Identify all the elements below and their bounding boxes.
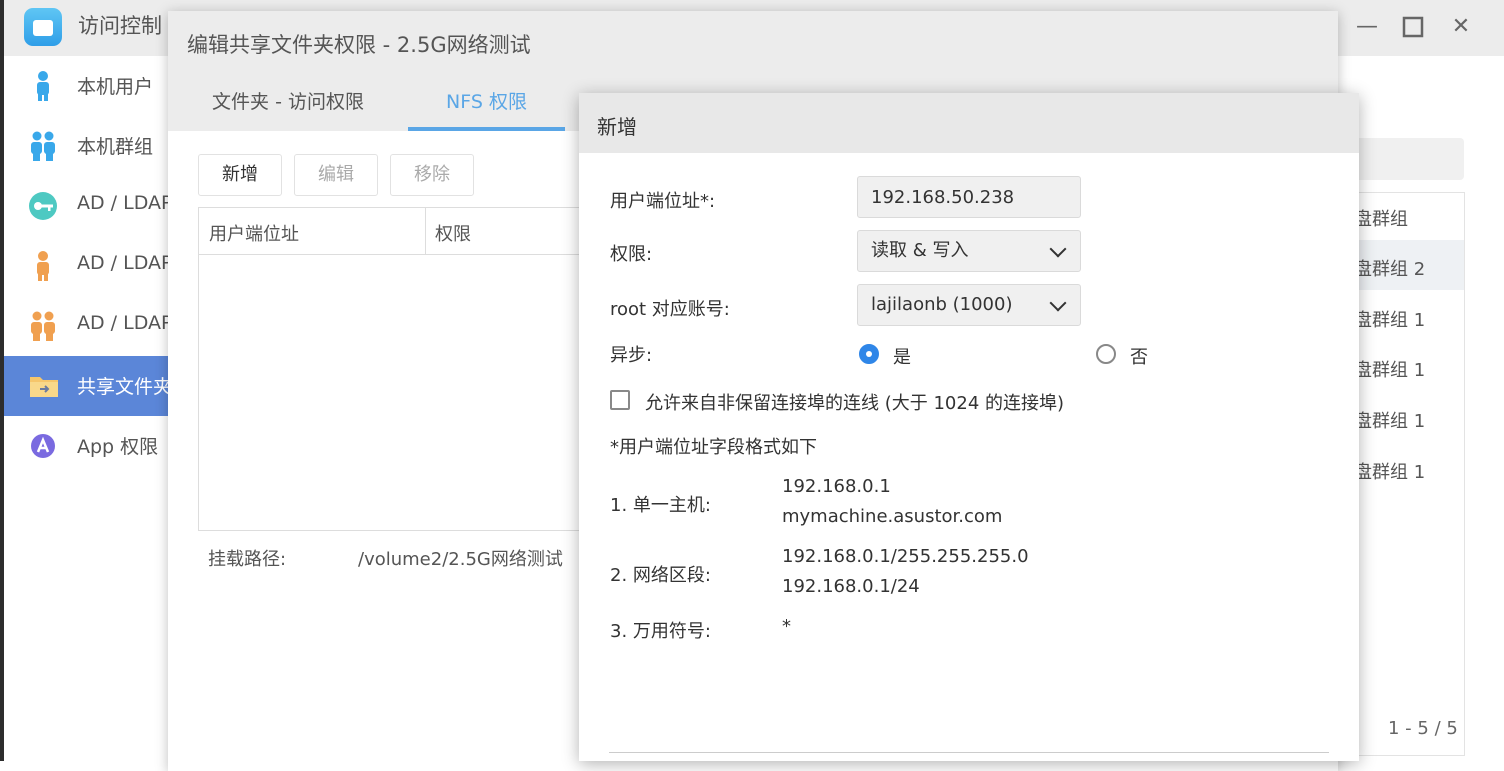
- chevron-down-icon: [1049, 240, 1067, 258]
- pagination-info: 1 - 5 / 5: [1388, 718, 1458, 739]
- permission-selected-value: 读取 & 写入: [871, 240, 969, 261]
- mount-path-value: /volume2/2.5G网络测试: [358, 549, 563, 570]
- format-hint-title: *用户端位址字段格式如下: [610, 437, 817, 458]
- table-header-cell: 盘群组: [1354, 209, 1408, 230]
- mount-path-label: 挂载路径:: [208, 549, 287, 570]
- group-icon: [28, 310, 58, 342]
- maximize-icon[interactable]: [1398, 12, 1428, 42]
- async-yes-label[interactable]: 是: [893, 343, 911, 369]
- sidebar-item-label: 本机群组: [77, 136, 154, 158]
- async-yes-radio[interactable]: [859, 344, 879, 364]
- example-value: *: [782, 616, 791, 637]
- group-icon: [28, 130, 58, 162]
- root-mapping-selected-value: lajilaonb (1000): [871, 294, 1013, 315]
- sidebar-item-label: 共享文件夹: [77, 376, 173, 398]
- example-network-label: 2. 网络区段:: [610, 565, 711, 586]
- sidebar-item-local-users[interactable]: 本机用户: [4, 56, 168, 116]
- async-label: 异步:: [610, 345, 653, 366]
- root-mapping-select[interactable]: lajilaonb (1000): [857, 284, 1081, 326]
- remove-button[interactable]: 移除: [390, 154, 474, 196]
- example-single-host-label: 1. 单一主机:: [610, 495, 711, 516]
- example-value: 192.168.0.1: [782, 476, 891, 497]
- add-button[interactable]: 新增: [198, 154, 282, 196]
- sidebar-item-ad-ldap[interactable]: AD / LDAP: [4, 176, 172, 236]
- sidebar: 本机用户 本机群组 AD / LDAP AD / LDAP AD / LDAP …: [4, 56, 172, 761]
- permission-label: 权限:: [610, 244, 653, 265]
- shared-folder-icon: [28, 370, 58, 402]
- dialog-title: 编辑共享文件夹权限 - 2.5G网络测试: [187, 33, 531, 57]
- sidebar-item-label: 本机用户: [77, 76, 154, 98]
- sidebar-item-ad-ldap-users[interactable]: AD / LDAP: [4, 236, 172, 296]
- sidebar-item-local-groups[interactable]: 本机群组: [4, 116, 168, 176]
- permission-select[interactable]: 读取 & 写入: [857, 230, 1081, 272]
- column-divider[interactable]: [425, 208, 426, 254]
- sidebar-item-label: AD / LDAP: [77, 312, 173, 334]
- sidebar-item-label: App 权限: [77, 436, 159, 458]
- access-control-app-icon: [24, 8, 62, 46]
- table-cell[interactable]: 盘群组 2: [1354, 255, 1425, 281]
- async-no-label[interactable]: 否: [1130, 343, 1148, 369]
- table-cell[interactable]: 盘群组 1: [1354, 407, 1425, 433]
- add-nfs-rule-dialog: 新增 用户端位址*: 权限: 读取 & 写入 root 对应账号: lajila…: [579, 93, 1359, 761]
- user-icon: [28, 250, 58, 282]
- column-header-client-address[interactable]: 用户端位址: [209, 220, 299, 246]
- chevron-down-icon: [1049, 294, 1067, 312]
- app-title: 访问控制: [78, 14, 162, 38]
- minimize-icon[interactable]: —: [1352, 12, 1382, 42]
- example-value: mymachine.asustor.com: [782, 506, 1003, 527]
- tab-nfs-permissions[interactable]: NFS 权限: [408, 73, 565, 131]
- edit-button[interactable]: 编辑: [294, 154, 378, 196]
- example-wildcard-label: 3. 万用符号:: [610, 621, 711, 642]
- sidebar-item-ad-ldap-groups[interactable]: AD / LDAP: [4, 296, 172, 356]
- app-icon: [28, 430, 58, 462]
- tab-folder-access[interactable]: 文件夹 - 访问权限: [190, 73, 386, 131]
- sidebar-item-shared-folders[interactable]: 共享文件夹: [4, 356, 172, 416]
- root-mapping-label: root 对应账号:: [610, 299, 730, 320]
- allow-nonreserved-ports-checkbox[interactable]: [610, 390, 630, 410]
- close-icon[interactable]: ✕: [1446, 12, 1476, 42]
- table-cell[interactable]: 盘群组 1: [1354, 306, 1425, 332]
- dialog-titlebar: [579, 93, 1359, 153]
- footer-divider: [609, 752, 1329, 753]
- client-address-input[interactable]: [857, 176, 1081, 218]
- client-address-label: 用户端位址*:: [610, 191, 716, 212]
- table-cell[interactable]: 盘群组 1: [1354, 356, 1425, 382]
- table-header: 用户端位址 权限: [199, 208, 599, 255]
- user-icon: [28, 70, 58, 102]
- async-no-radio[interactable]: [1096, 344, 1116, 364]
- sidebar-item-app-permissions[interactable]: App 权限: [4, 416, 168, 476]
- allow-nonreserved-ports-label[interactable]: 允许来自非保留连接埠的连线 (大于 1024 的连接埠): [645, 389, 1064, 415]
- example-value: 192.168.0.1/255.255.255.0: [782, 546, 1029, 567]
- dialog-title: 新增: [597, 115, 637, 139]
- key-icon: [28, 190, 58, 222]
- sidebar-item-label: AD / LDAP: [77, 252, 173, 274]
- example-value: 192.168.0.1/24: [782, 576, 920, 597]
- column-header-permission[interactable]: 权限: [435, 220, 471, 246]
- table-cell[interactable]: 盘群组 1: [1354, 458, 1425, 484]
- nfs-rules-table: 用户端位址 权限: [198, 207, 600, 531]
- sidebar-item-label: AD / LDAP: [77, 192, 173, 214]
